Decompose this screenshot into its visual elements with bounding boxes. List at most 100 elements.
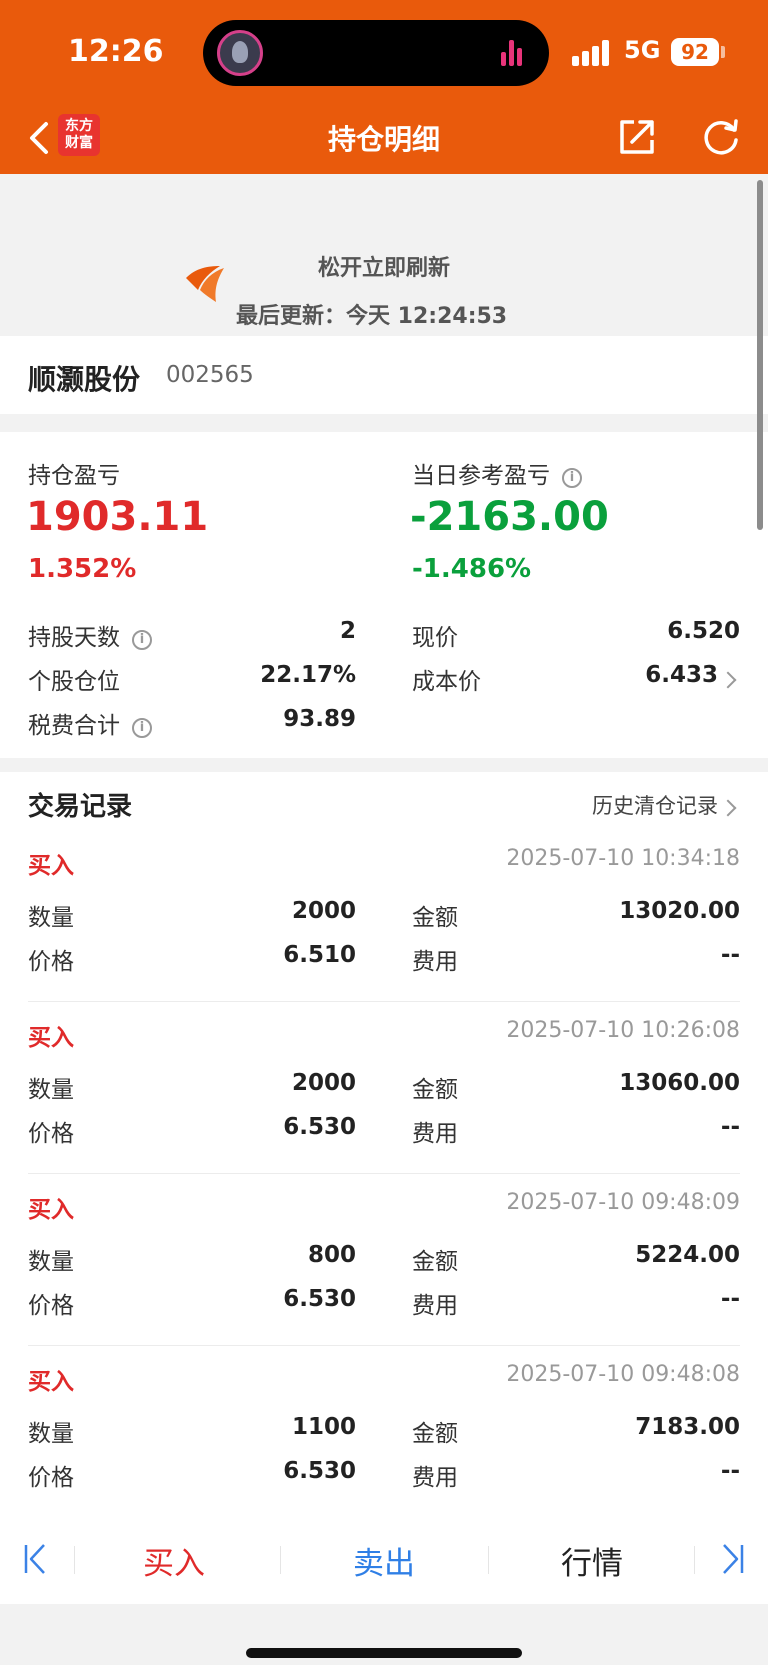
chevron-right-icon[interactable] xyxy=(719,799,737,817)
hold-days-value: 2 xyxy=(339,618,356,644)
holding-pl-percent: 1.352% xyxy=(28,554,137,584)
bottom-action-bar: 买入 卖出 行情 xyxy=(0,1516,768,1604)
qty-value: 2000 xyxy=(291,1070,356,1096)
holding-pl-value: 1903.11 xyxy=(26,494,209,540)
price-value: 6.510 xyxy=(283,942,356,968)
nav-bar: 东方 财富 持仓明细 xyxy=(0,104,768,174)
tax-fee-label: 税费合计 i xyxy=(28,706,152,740)
daily-pl-value: -2163.00 xyxy=(410,494,609,540)
hold-days-label-text: 持股天数 xyxy=(28,625,120,651)
qty-label: 数量 xyxy=(28,1249,74,1275)
divider xyxy=(488,1546,489,1574)
network-type: 5G xyxy=(624,36,661,64)
refresh-icon[interactable] xyxy=(700,116,742,158)
trade-time: 2025-07-10 09:48:08 xyxy=(506,1362,740,1387)
hold-days-label: 持股天数 i xyxy=(28,618,152,652)
price-value: 6.530 xyxy=(283,1458,356,1484)
dynamic-island[interactable] xyxy=(203,20,549,86)
fee-label: 费用 xyxy=(412,1465,458,1491)
share-icon[interactable] xyxy=(616,116,658,158)
home-indicator[interactable] xyxy=(246,1648,522,1658)
amount-label: 金额 xyxy=(412,1421,458,1447)
cost-price-value[interactable]: 6.433 xyxy=(645,662,718,688)
divider xyxy=(694,1546,695,1574)
sell-button[interactable]: 卖出 xyxy=(294,1538,474,1583)
status-bar: 12:26 5G 92 xyxy=(0,0,768,104)
fee-value: -- xyxy=(720,1458,740,1484)
qty-value: 800 xyxy=(307,1242,356,1268)
quote-button[interactable]: 行情 xyxy=(502,1538,682,1583)
trade-record[interactable]: 买入 2025-07-10 10:34:18 数量 2000 金额 13020.… xyxy=(0,830,768,1002)
trade-type: 买入 xyxy=(28,853,74,879)
position-summary: 持仓盈亏 1903.11 1.352% 当日参考盈亏 i -2163.00 -1.… xyxy=(0,432,768,758)
amount-value: 13060.00 xyxy=(619,1070,740,1096)
signal-icon xyxy=(572,40,616,66)
trade-type: 买入 xyxy=(28,1025,74,1051)
position-ratio-label: 个股仓位 xyxy=(28,669,120,695)
last-updated: 最后更新：今天 12:24:53 xyxy=(236,304,508,329)
current-price-label: 现价 xyxy=(412,625,458,651)
price-label: 价格 xyxy=(28,949,74,975)
trade-records-title: 交易记录 xyxy=(28,792,133,822)
header-background: 12:26 5G 92 东方 财富 持仓明细 xyxy=(0,0,768,174)
qty-label: 数量 xyxy=(28,1421,74,1447)
battery-tip xyxy=(721,46,725,58)
pull-hint: 松开立即刷新 xyxy=(317,256,450,281)
qty-value: 1100 xyxy=(291,1414,356,1440)
divider xyxy=(280,1546,281,1574)
scrollbar[interactable] xyxy=(757,180,763,530)
price-value: 6.530 xyxy=(283,1286,356,1312)
daily-pl-label: 当日参考盈亏 i xyxy=(412,456,582,490)
last-record-icon[interactable] xyxy=(718,1542,746,1576)
chevron-right-icon[interactable] xyxy=(719,671,737,689)
amount-value: 13020.00 xyxy=(619,898,740,924)
trade-record[interactable]: 买入 2025-07-10 09:48:09 数量 800 金额 5224.00… xyxy=(0,1174,768,1346)
amount-label: 金额 xyxy=(412,1249,458,1275)
info-icon[interactable]: i xyxy=(562,468,582,488)
stock-name: 顺灏股份 xyxy=(28,363,141,396)
now-playing-avatar-icon xyxy=(217,30,263,76)
price-value: 6.530 xyxy=(283,1114,356,1140)
daily-pl-percent: -1.486% xyxy=(412,554,532,584)
fee-value: -- xyxy=(720,1286,740,1312)
fee-label: 费用 xyxy=(412,1121,458,1147)
price-label: 价格 xyxy=(28,1293,74,1319)
tax-fee-value: 93.89 xyxy=(283,706,356,732)
trade-records: 交易记录 历史清仓记录 买入 2025-07-10 10:34:18 数量 20… xyxy=(0,772,768,1516)
home-indicator-area xyxy=(0,1604,768,1665)
daily-pl-label-text: 当日参考盈亏 xyxy=(412,463,550,489)
tax-fee-label-text: 税费合计 xyxy=(28,713,120,739)
info-icon[interactable]: i xyxy=(132,718,152,738)
holding-pl-label: 持仓盈亏 xyxy=(28,463,120,489)
trade-type: 买入 xyxy=(28,1369,74,1395)
trade-record[interactable]: 买入 2025-07-10 09:48:08 数量 1100 金额 7183.0… xyxy=(0,1346,768,1518)
divider xyxy=(74,1546,75,1574)
fee-label: 费用 xyxy=(412,949,458,975)
buy-button[interactable]: 买入 xyxy=(84,1538,264,1583)
first-record-icon[interactable] xyxy=(22,1542,50,1576)
qty-label: 数量 xyxy=(28,1077,74,1103)
qty-label: 数量 xyxy=(28,905,74,931)
info-icon[interactable]: i xyxy=(132,630,152,650)
amount-value: 5224.00 xyxy=(635,1242,740,1268)
amount-value: 7183.00 xyxy=(635,1414,740,1440)
cost-price-label[interactable]: 成本价 xyxy=(412,662,481,696)
fee-value: -- xyxy=(720,942,740,968)
position-ratio-value: 22.17% xyxy=(260,662,356,688)
fee-label: 费用 xyxy=(412,1293,458,1319)
status-time: 12:26 xyxy=(68,34,164,69)
amount-label: 金额 xyxy=(412,905,458,931)
stock-header: 顺灏股份 002565 xyxy=(0,336,768,414)
stock-code: 002565 xyxy=(166,362,254,388)
trade-time: 2025-07-10 09:48:09 xyxy=(506,1190,740,1215)
fee-value: -- xyxy=(720,1114,740,1140)
price-label: 价格 xyxy=(28,1121,74,1147)
price-label: 价格 xyxy=(28,1465,74,1491)
trade-record[interactable]: 买入 2025-07-10 10:26:08 数量 2000 金额 13060.… xyxy=(0,1002,768,1174)
history-link[interactable]: 历史清仓记录 xyxy=(592,790,718,820)
audio-bars-icon xyxy=(501,40,529,66)
qty-value: 2000 xyxy=(291,898,356,924)
amount-label: 金额 xyxy=(412,1077,458,1103)
trade-time: 2025-07-10 10:26:08 xyxy=(506,1018,740,1043)
pull-to-refresh: 松开立即刷新 最后更新：今天 12:24:53 xyxy=(0,174,768,336)
